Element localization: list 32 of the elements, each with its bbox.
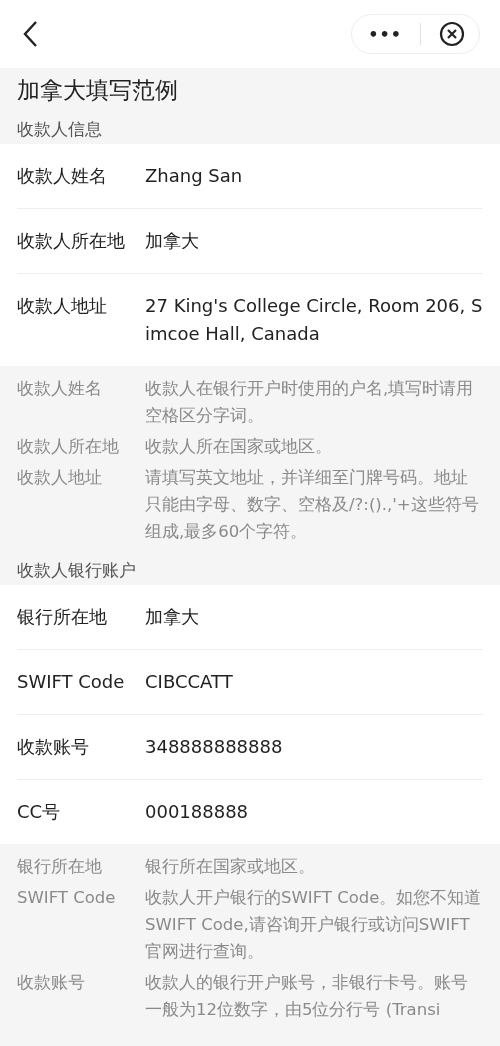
note-label: 银行所在地 — [17, 856, 103, 878]
field-label: CC号 — [17, 800, 62, 824]
field-label: 收款人所在地 — [17, 229, 126, 253]
note-label: 收款人所在地 — [17, 436, 120, 458]
field-value: Zhang San — [145, 164, 244, 188]
field-value: 348888888888 — [145, 735, 284, 759]
section-heading: 收款人银行账户 — [16, 559, 137, 582]
more-button[interactable]: ••• — [368, 24, 402, 44]
field-value: 加拿大 — [145, 229, 200, 253]
field-value: 加拿大 — [145, 605, 200, 629]
field-label: 收款人地址 — [17, 294, 108, 318]
note-label: SWIFT Code — [17, 887, 117, 909]
note-label: 收款人地址 — [17, 467, 103, 489]
note-text: 收款人在银行开户时使用的户名,填写时请用空格区分字词。 — [145, 378, 475, 427]
page-title: 加拿大填写范例 — [16, 76, 179, 105]
close-icon[interactable] — [439, 21, 465, 47]
field-label: 收款人姓名 — [17, 164, 108, 188]
field-value: 000188888 — [145, 800, 250, 824]
field-value: 27 King's College Circle, Room 206, Simcoe Hall, Canada — [145, 294, 483, 346]
field-value: CIBCCATT — [145, 670, 234, 694]
note-label: 收款人姓名 — [17, 378, 103, 400]
section-heading: 收款人信息 — [16, 118, 103, 141]
field-label: 收款账号 — [17, 735, 90, 759]
field-label: 银行所在地 — [17, 605, 108, 629]
note-text: 收款人开户银行的SWIFT Code。如您不知道SWIFT Code,请咨询开户银行或访问SWIFT官网进行查询。 — [145, 887, 483, 963]
note-text: 银行所在国家或地区。 — [145, 856, 316, 878]
note-label: 收款账号 — [17, 972, 86, 994]
note-text: 收款人所在国家或地区。 — [145, 436, 333, 458]
back-icon[interactable] — [22, 20, 38, 48]
field-label: SWIFT Code — [17, 670, 126, 694]
note-text: 请填写英文地址，并详细至门牌号码。地址只能由字母、数字、空格及/?:().,'+这些符号组成,最多60个字符。 — [145, 467, 480, 543]
note-text: 收款人的银行开户账号，非银行卡号。账号一般为12位数字，由5位分行号 (Transi — [145, 972, 469, 1021]
